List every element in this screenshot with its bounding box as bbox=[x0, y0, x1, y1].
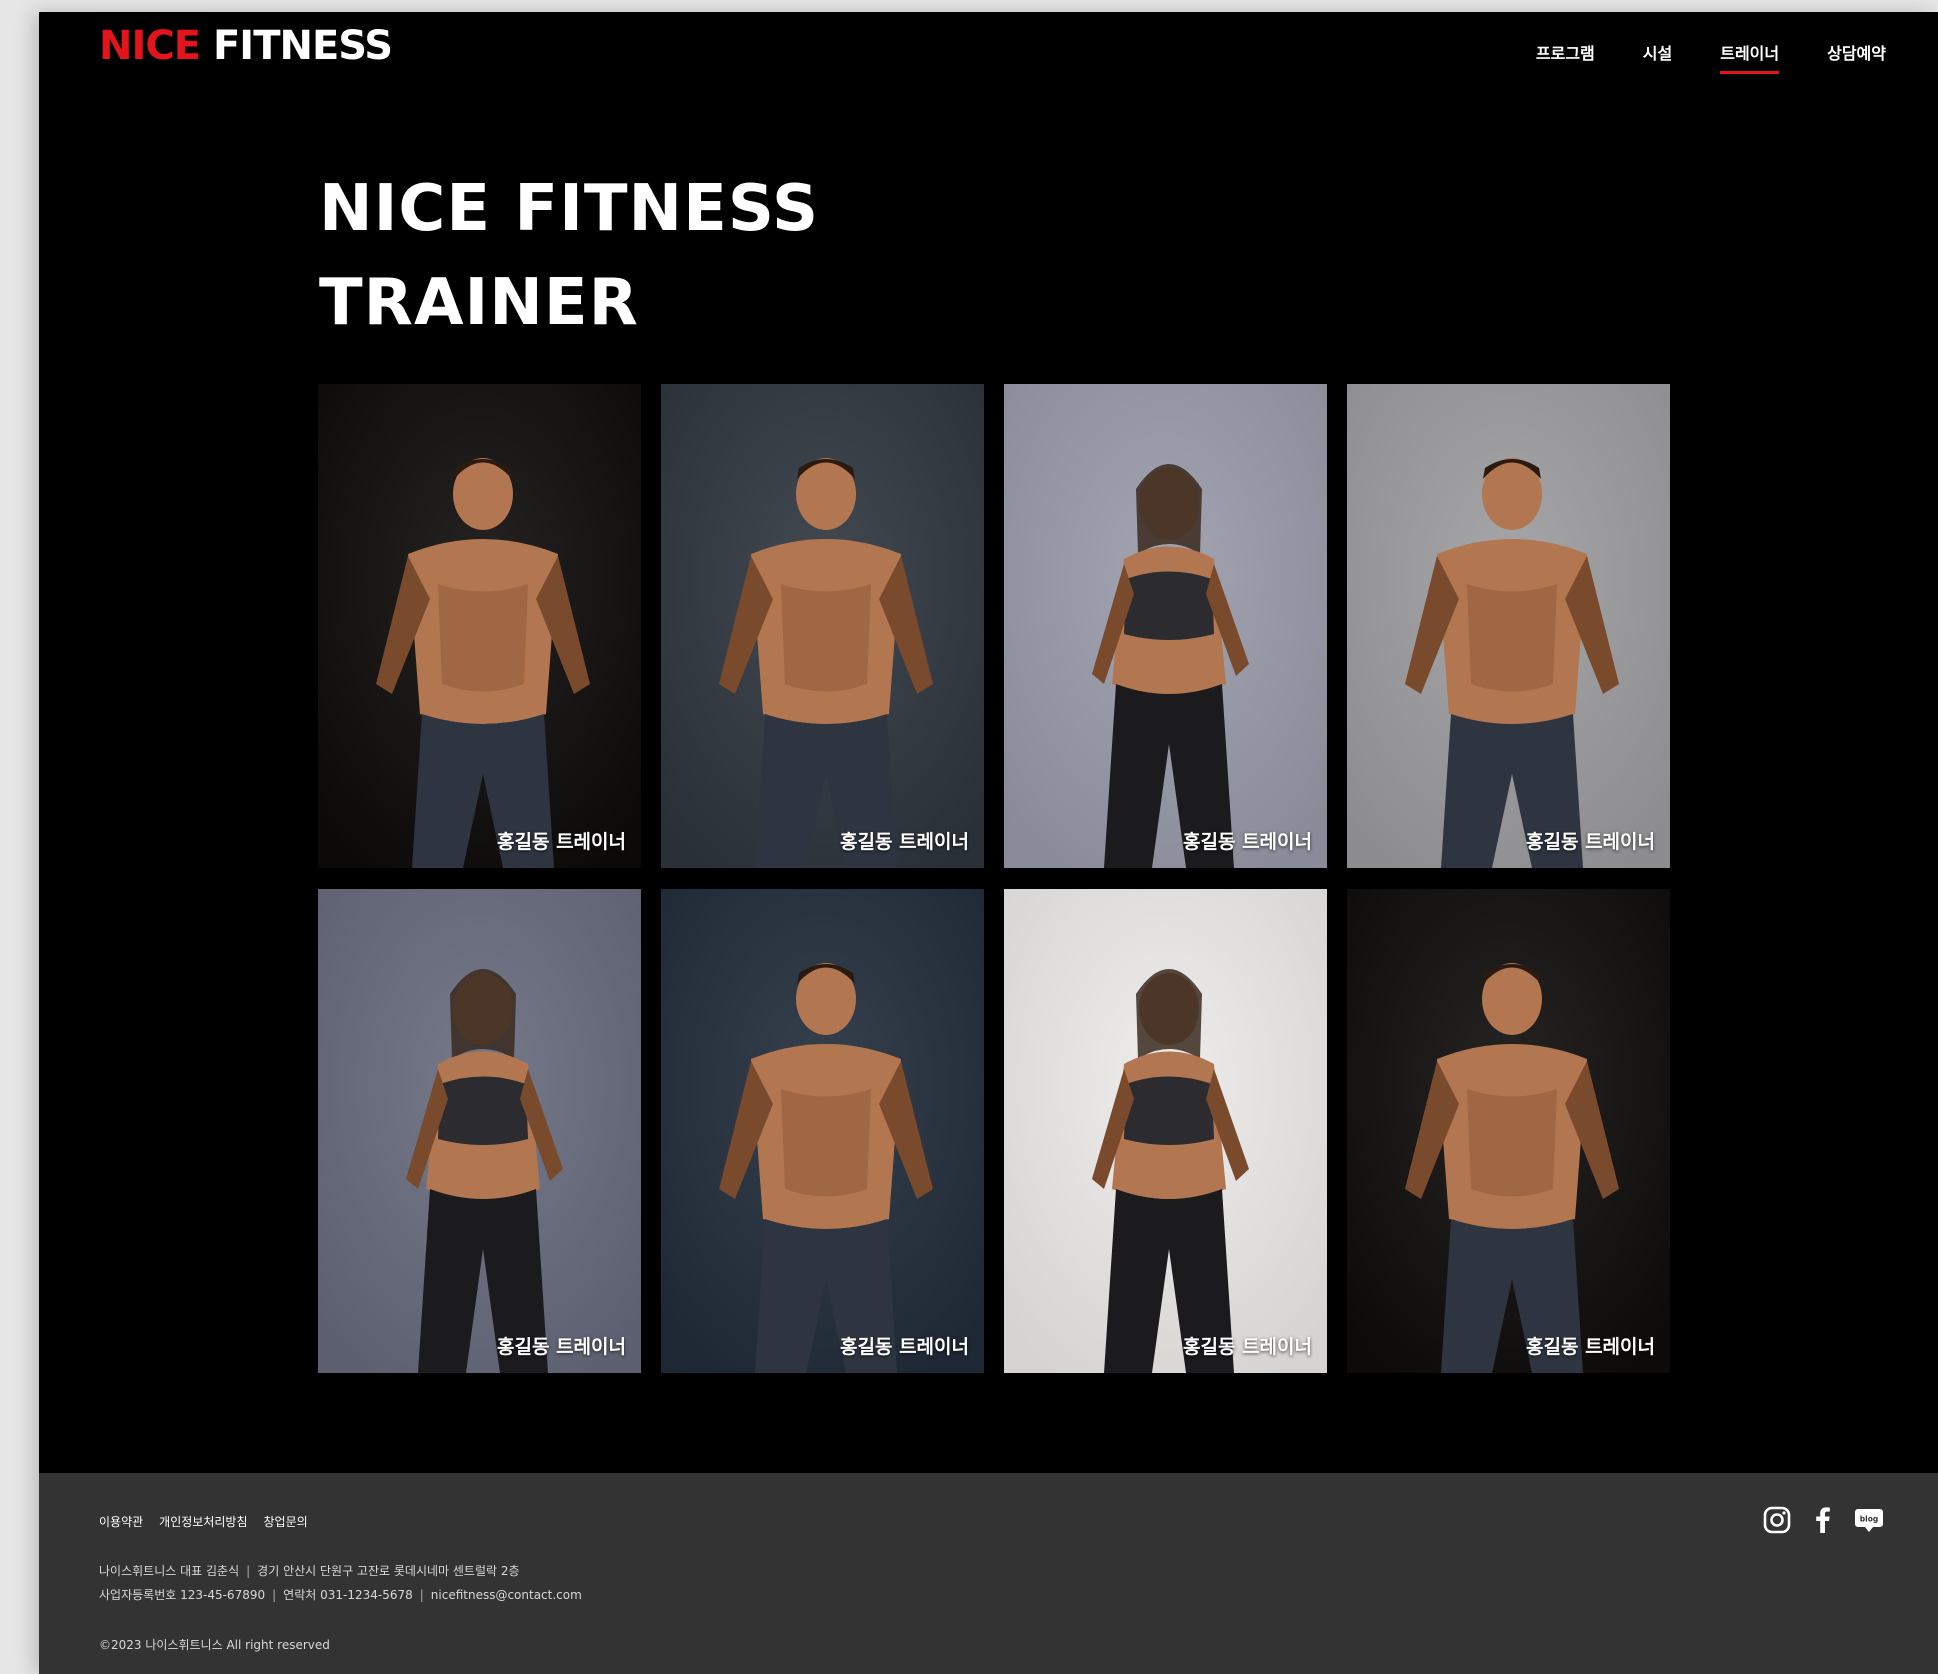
trainer-photo bbox=[1347, 889, 1670, 1373]
blog-icon-text: blog bbox=[1860, 1515, 1878, 1524]
separator: | bbox=[246, 1564, 251, 1578]
trainer-photo bbox=[318, 889, 641, 1373]
page-frame: NICE FITNESS 프로그램 시설 트레이너 상담예약 NICE FITN… bbox=[39, 12, 1938, 1674]
footer-info-line2: 사업자등록번호 123-45-67890 | 연락처 031-1234-5678 | n… bbox=[99, 1583, 582, 1607]
trainer-card[interactable]: 홍길동 트레이너 bbox=[318, 889, 641, 1373]
trainer-card[interactable]: 홍길동 트레이너 bbox=[661, 384, 984, 868]
trainer-name: 홍길동 트레이너 bbox=[1526, 831, 1655, 853]
trainer-card[interactable]: 홍길동 트레이너 bbox=[1347, 384, 1670, 868]
nav-item-trainer[interactable]: 트레이너 bbox=[1720, 40, 1779, 74]
footer-business-number: 사업자등록번호 123-45-67890 bbox=[99, 1588, 266, 1602]
trainer-card[interactable]: 홍길동 트레이너 bbox=[1004, 384, 1327, 868]
logo-nice: NICE bbox=[99, 23, 201, 69]
footer-email: nicefitness@contact.com bbox=[430, 1588, 582, 1602]
footer-link-privacy[interactable]: 개인정보처리방침 bbox=[159, 1513, 247, 1530]
logo[interactable]: NICE FITNESS bbox=[99, 23, 393, 69]
copyright: ©2023 나이스휘트니스 All right reserved bbox=[99, 1638, 330, 1652]
footer-links: 이용약관 개인정보처리방침 창업문의 bbox=[99, 1513, 308, 1530]
nav-item-program[interactable]: 프로그램 bbox=[1536, 40, 1595, 64]
trainer-photo bbox=[318, 384, 641, 868]
trainer-card[interactable]: 홍길동 트레이너 bbox=[1347, 889, 1670, 1373]
separator: | bbox=[272, 1588, 277, 1602]
footer: 이용약관 개인정보처리방침 창업문의 나이스휘트니스 대표 김춘식 | 경기 안산시… bbox=[39, 1473, 1938, 1674]
instagram-icon[interactable] bbox=[1762, 1505, 1792, 1535]
separator: | bbox=[419, 1588, 424, 1602]
trainer-photo bbox=[1347, 384, 1670, 868]
blog-icon[interactable]: blog bbox=[1854, 1505, 1884, 1535]
footer-phone: 연락처 031-1234-5678 bbox=[283, 1588, 413, 1602]
nav-item-facility[interactable]: 시설 bbox=[1643, 40, 1672, 64]
trainer-card[interactable]: 홍길동 트레이너 bbox=[1004, 889, 1327, 1373]
hero-title-line2: TRAINER bbox=[319, 266, 639, 340]
footer-company-ceo: 나이스휘트니스 대표 김춘식 bbox=[99, 1564, 240, 1578]
footer-address: 경기 안산시 단원구 고잔로 롯데시네마 센트럴락 2층 bbox=[257, 1564, 520, 1578]
header: NICE FITNESS 프로그램 시설 트레이너 상담예약 bbox=[39, 12, 1938, 102]
footer-link-terms[interactable]: 이용약관 bbox=[99, 1513, 143, 1530]
social-links: blog bbox=[1762, 1505, 1884, 1535]
trainer-name: 홍길동 트레이너 bbox=[497, 1336, 626, 1358]
hero-title-line1: NICE FITNESS bbox=[319, 172, 820, 246]
trainer-name: 홍길동 트레이너 bbox=[1183, 1336, 1312, 1358]
trainer-name: 홍길동 트레이너 bbox=[840, 831, 969, 853]
nav-item-reservation[interactable]: 상담예약 bbox=[1827, 40, 1886, 64]
logo-fitness: FITNESS bbox=[212, 23, 393, 69]
trainer-name: 홍길동 트레이너 bbox=[1526, 1336, 1655, 1358]
trainer-grid: 홍길동 트레이너 홍길동 트레이너 홍길동 트레이너 홍길동 트레이너 홍길동 … bbox=[318, 384, 1670, 1373]
footer-info-line1: 나이스휘트니스 대표 김춘식 | 경기 안산시 단원구 고잔로 롯데시네마 센트럴락… bbox=[99, 1559, 582, 1583]
footer-link-franchise[interactable]: 창업문의 bbox=[264, 1513, 308, 1530]
trainer-photo bbox=[661, 384, 984, 868]
main-nav: 프로그램 시설 트레이너 상담예약 bbox=[1536, 40, 1886, 74]
trainer-photo bbox=[661, 889, 984, 1373]
trainer-name: 홍길동 트레이너 bbox=[497, 831, 626, 853]
trainer-card[interactable]: 홍길동 트레이너 bbox=[661, 889, 984, 1373]
trainer-card[interactable]: 홍길동 트레이너 bbox=[318, 384, 641, 868]
trainer-photo bbox=[1004, 384, 1327, 868]
hero-title: NICE FITNESS TRAINER bbox=[319, 162, 819, 350]
facebook-icon[interactable] bbox=[1808, 1505, 1838, 1535]
trainer-photo bbox=[1004, 889, 1327, 1373]
footer-company-info: 나이스휘트니스 대표 김춘식 | 경기 안산시 단원구 고잔로 롯데시네마 센트럴락… bbox=[99, 1559, 582, 1607]
trainer-name: 홍길동 트레이너 bbox=[1183, 831, 1312, 853]
trainer-name: 홍길동 트레이너 bbox=[840, 1336, 969, 1358]
